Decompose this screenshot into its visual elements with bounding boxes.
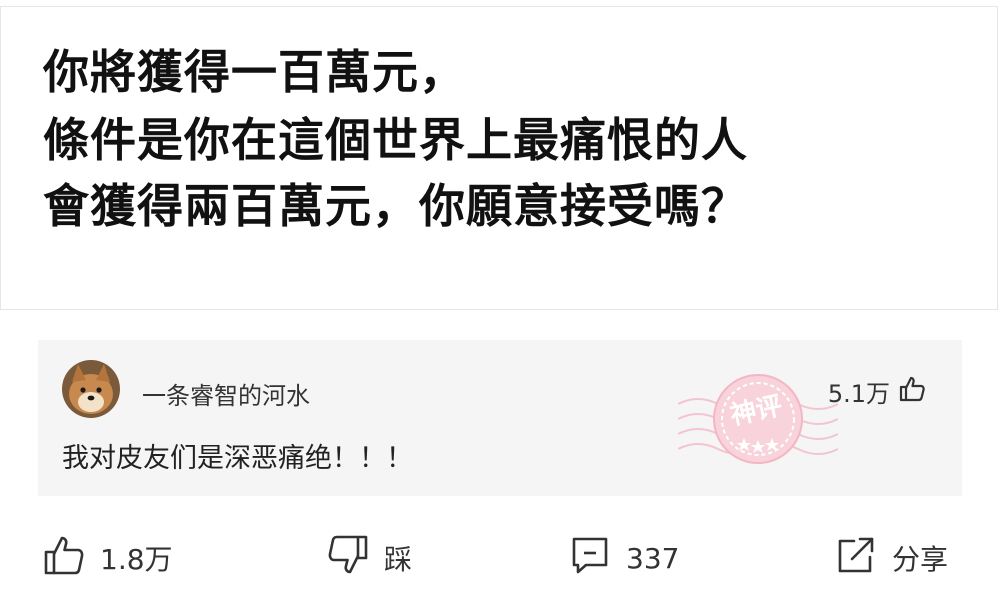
god-comment-stamp-icon: 神评	[678, 374, 838, 464]
comment-text: 我对皮友们是深恶痛绝！！！	[62, 443, 413, 474]
post-text-line-3: 會獲得兩百萬元，你願意接受嗎？	[43, 179, 748, 233]
comment-count: 337	[626, 541, 680, 575]
action-bar: 1.8万 踩 337 分享	[0, 530, 1000, 586]
dislike-label: 踩	[384, 543, 413, 576]
like-button[interactable]: 1.8万	[42, 530, 173, 586]
thumbs-down-icon	[326, 533, 370, 584]
comment-button[interactable]: 337	[568, 530, 679, 586]
thumbs-up-icon	[42, 533, 86, 584]
post-image-card[interactable]: 你將獲得一百萬元， 條件是你在這個世界上最痛恨的人 會獲得兩百萬元，你願意接受嗎…	[0, 6, 998, 310]
post-text-line-2: 條件是你在這個世界上最痛恨的人	[43, 113, 748, 167]
share-label: 分享	[892, 543, 949, 576]
comment-icon	[568, 533, 612, 584]
like-count: 1.8万	[100, 543, 173, 576]
top-comment[interactable]: 一条睿智的河水 5.1万 我对皮友们是深恶痛绝！！！ 神评	[38, 340, 962, 496]
dislike-button[interactable]: 踩	[326, 530, 412, 586]
share-button[interactable]: 分享	[834, 530, 948, 586]
comment-username[interactable]: 一条睿智的河水	[142, 376, 310, 411]
comment-like-button[interactable]: 5.1万	[828, 374, 926, 409]
post-text-line-1: 你將獲得一百萬元，	[43, 45, 466, 99]
share-icon	[834, 533, 878, 584]
thumbs-up-icon	[898, 375, 926, 409]
avatar[interactable]	[62, 360, 120, 418]
shiba-avatar-icon	[62, 360, 120, 418]
